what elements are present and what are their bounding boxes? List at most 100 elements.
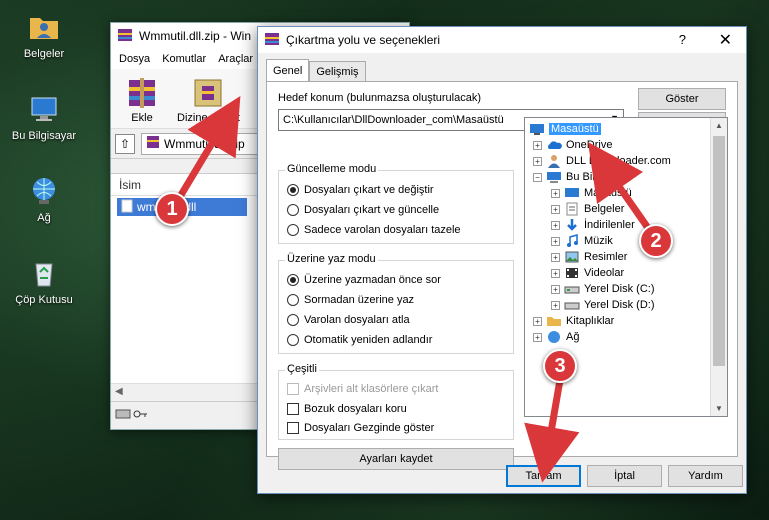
computer-icon [27, 92, 61, 126]
extract-folder-icon [189, 74, 227, 110]
arrow-up-icon: ⇧ [119, 136, 131, 151]
winrar-title: Wmmutil.dll.zip - Win [139, 29, 252, 43]
add-button[interactable]: Ekle [119, 73, 165, 124]
archive-add-icon [123, 74, 161, 110]
dialog-titlebar[interactable]: Çıkartma yolu ve seçenekleri ? ✕ [258, 27, 746, 53]
update-mode-title: Güncelleme modu [285, 163, 379, 175]
expand-icon[interactable]: + [551, 188, 560, 198]
option-label: Varolan dosyaları atla [304, 314, 410, 326]
archive-path: Wmmutil.dll.zip [164, 136, 245, 151]
scroll-up-icon[interactable]: ▲ [715, 121, 723, 130]
checkbox[interactable] [287, 403, 299, 415]
misc-group: Çeşitli Arşivleri alt klasörlere çıkart … [278, 363, 514, 440]
tree-item-label: Müzik [584, 235, 613, 247]
desktop-icon-this-pc[interactable]: Bu Bilgisayar [4, 92, 84, 142]
close-icon[interactable]: ✕ [719, 30, 732, 50]
onedrive-cloud-icon [546, 138, 562, 152]
tab-general[interactable]: Genel [266, 59, 310, 81]
option-label: Sormadan üzerine yaz [304, 294, 415, 306]
desktop-icon-documents[interactable]: Belgeler [4, 10, 84, 60]
desktop-icon-network[interactable]: Ağ [4, 174, 84, 224]
ok-button[interactable]: Tamam [506, 465, 581, 487]
radio-button[interactable] [287, 224, 299, 236]
overwrite-option-overwrite[interactable]: Sormadan üzerine yaz [287, 294, 414, 306]
destination-path-value: C:\Kullanıcılar\DllDownloader_com\Masaüs… [283, 114, 504, 126]
scroll-down-icon[interactable]: ▼ [715, 404, 723, 413]
tree-item-label: DLL Downloader.com [566, 155, 671, 167]
documents-icon [564, 202, 580, 216]
desktop-icon-label: Bu Bilgisayar [11, 130, 77, 142]
expand-icon[interactable]: + [533, 332, 542, 342]
update-option-freshen[interactable]: Sadece varolan dosyaları tazele [287, 224, 461, 236]
extract-to-button[interactable]: Dizine Çıkart [173, 73, 244, 124]
tree-item-drive-d[interactable]: + Yerel Disk (D:) [551, 297, 655, 313]
tree-item-network[interactable]: + Ağ [533, 329, 579, 345]
misc-option-keep-broken[interactable]: Bozuk dosyaları koru [287, 403, 407, 415]
tree-item-desktop-root[interactable]: Masaüstü [529, 121, 601, 137]
radio-button[interactable] [287, 314, 299, 326]
tree-item-documents[interactable]: + Belgeler [551, 201, 624, 217]
expand-icon[interactable]: + [533, 316, 542, 326]
cancel-button[interactable]: İptal [587, 465, 662, 487]
misc-option-show-in-explorer[interactable]: Dosyaları Gezginde göster [287, 422, 434, 434]
dialog-tabs: Genel Gelişmiş [266, 59, 366, 81]
annotation-badge-3: 3 [543, 349, 577, 383]
option-label: Otomatik yeniden adlandır [304, 334, 433, 346]
radio-button[interactable] [287, 204, 299, 216]
help-icon[interactable]: ? [679, 32, 686, 47]
expand-icon[interactable]: + [551, 268, 560, 278]
expand-icon[interactable]: + [533, 140, 542, 150]
radio-button[interactable] [287, 184, 299, 196]
tree-item-this-pc[interactable]: − Bu Bilgisayar [533, 169, 630, 185]
tree-vertical-scrollbar[interactable]: ▲ ▼ [710, 118, 727, 416]
expand-icon[interactable]: + [551, 284, 560, 294]
checkbox[interactable] [287, 422, 299, 434]
option-label: Bozuk dosyaları koru [304, 403, 407, 415]
tree-item-onedrive[interactable]: + OneDrive [533, 137, 612, 153]
expand-icon[interactable]: + [551, 236, 560, 246]
menu-commands[interactable]: Komutlar [162, 53, 206, 65]
expand-icon[interactable]: + [533, 156, 542, 166]
annotation-badge-1: 1 [155, 192, 189, 226]
archive-icon [146, 135, 160, 152]
up-folder-button[interactable]: ⇧ [115, 133, 135, 154]
tree-item-downloads[interactable]: + İndirilenler [551, 217, 635, 233]
radio-button[interactable] [287, 334, 299, 346]
expand-icon[interactable]: + [551, 300, 560, 310]
tree-item-music[interactable]: + Müzik [551, 233, 613, 249]
overwrite-option-rename[interactable]: Otomatik yeniden adlandır [287, 334, 432, 346]
tree-item-user[interactable]: + DLL Downloader.com [533, 153, 671, 169]
expand-icon[interactable]: + [551, 220, 560, 230]
overwrite-mode-title: Üzerine yaz modu [285, 253, 378, 265]
desktop-icon-label: Belgeler [23, 48, 65, 60]
show-button[interactable]: Göster [638, 88, 726, 110]
option-label: Arşivleri alt klasörlere çıkart [304, 383, 439, 395]
tab-advanced[interactable]: Gelişmiş [309, 61, 366, 81]
misc-title: Çeşitli [285, 363, 319, 375]
checkbox [287, 383, 299, 395]
desktop-icon-label: Ağ [37, 212, 51, 224]
expand-icon[interactable]: + [551, 252, 560, 262]
tree-item-libraries[interactable]: + Kitaplıklar [533, 313, 614, 329]
tree-item-videos[interactable]: + Videolar [551, 265, 624, 281]
menu-file[interactable]: Dosya [119, 53, 150, 65]
menu-tools[interactable]: Araçlar [218, 53, 253, 65]
update-option-extract-replace[interactable]: Dosyaları çıkart ve değiştir [287, 184, 434, 196]
radio-button[interactable] [287, 274, 299, 286]
desktop-icon-recycle-bin[interactable]: Çöp Kutusu [4, 256, 84, 306]
collapse-icon[interactable]: − [533, 172, 542, 182]
tree-item-label: Belgeler [584, 203, 625, 215]
help-button[interactable]: Yardım [668, 465, 743, 487]
tree-item-desktop[interactable]: + Masaüstü [551, 185, 632, 201]
extract-to-label: Dizine Çıkart [177, 112, 240, 124]
tree-item-drive-c[interactable]: + Yerel Disk (C:) [551, 281, 655, 297]
expand-icon[interactable]: + [551, 204, 560, 214]
overwrite-option-skip[interactable]: Varolan dosyaları atla [287, 314, 410, 326]
scroll-thumb[interactable] [713, 136, 725, 366]
update-option-extract-update[interactable]: Dosyaları çıkart ve güncelle [287, 204, 439, 216]
tree-item-pictures[interactable]: + Resimler [551, 249, 627, 265]
desktop-icon-label: Çöp Kutusu [15, 294, 73, 306]
overwrite-option-ask[interactable]: Üzerine yazmadan önce sor [287, 274, 441, 286]
save-settings-button[interactable]: Ayarları kaydet [278, 448, 514, 470]
radio-button[interactable] [287, 294, 299, 306]
